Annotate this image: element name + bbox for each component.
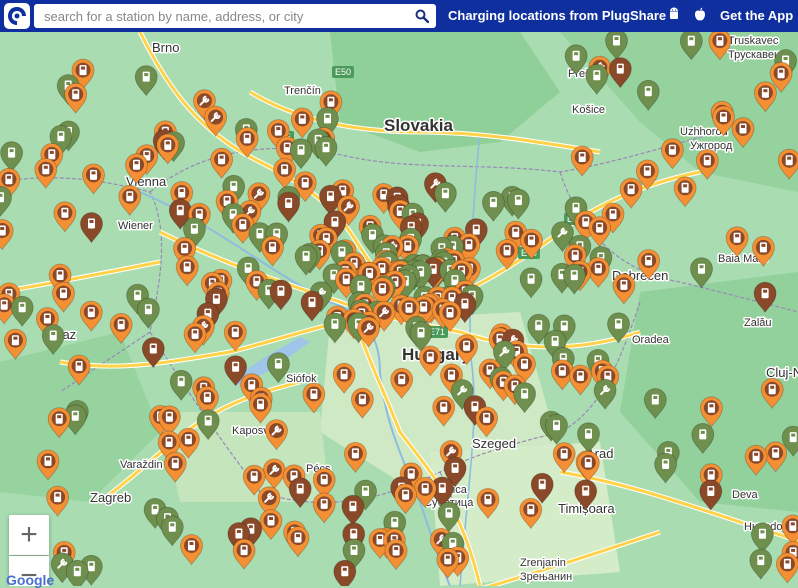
city-label: Oradea — [632, 334, 670, 346]
city-label: Deva — [732, 489, 759, 501]
city-label: Brno — [152, 40, 179, 55]
city-label: Truskavec — [728, 35, 779, 47]
map-layer[interactable]: BrnoTrenčínPrešovTruskavecТрускавецьSlov… — [0, 32, 798, 586]
city-label: Slovakia — [384, 116, 454, 135]
city-label: Zalău — [744, 317, 772, 329]
search-icon[interactable] — [412, 6, 432, 26]
city-label: Zrenjanin — [520, 557, 566, 569]
city-label: Zagreb — [90, 490, 131, 505]
apple-icon[interactable] — [694, 7, 706, 24]
city-label: Varaždin — [120, 459, 163, 471]
map-canvas[interactable]: Brno Trenčín Prešov Truskavec Трускавець Slov… — [0, 32, 798, 586]
get-the-app-link[interactable]: Get the App — [720, 8, 793, 23]
top-bar: Charging locations from PlugShare Get th… — [0, 0, 798, 32]
plugshare-logo-icon[interactable] — [4, 3, 30, 29]
charging-locations-link[interactable]: Charging locations from PlugShare — [448, 8, 666, 23]
android-icon[interactable] — [668, 7, 680, 24]
road-shield: E50 — [332, 66, 354, 78]
city-label: Košice — [572, 104, 605, 116]
search-input[interactable] — [34, 4, 410, 28]
city-label: Cluj-Napoca — [766, 365, 798, 380]
city-label: Trenčín — [284, 85, 321, 97]
city-label: Wiener — [118, 220, 153, 232]
city-label: Зрењанин — [520, 571, 572, 583]
road-label: E50 — [335, 67, 351, 77]
zoom-in-button[interactable]: + — [9, 515, 49, 555]
city-label: Szeged — [472, 436, 516, 451]
search-box — [34, 4, 436, 28]
